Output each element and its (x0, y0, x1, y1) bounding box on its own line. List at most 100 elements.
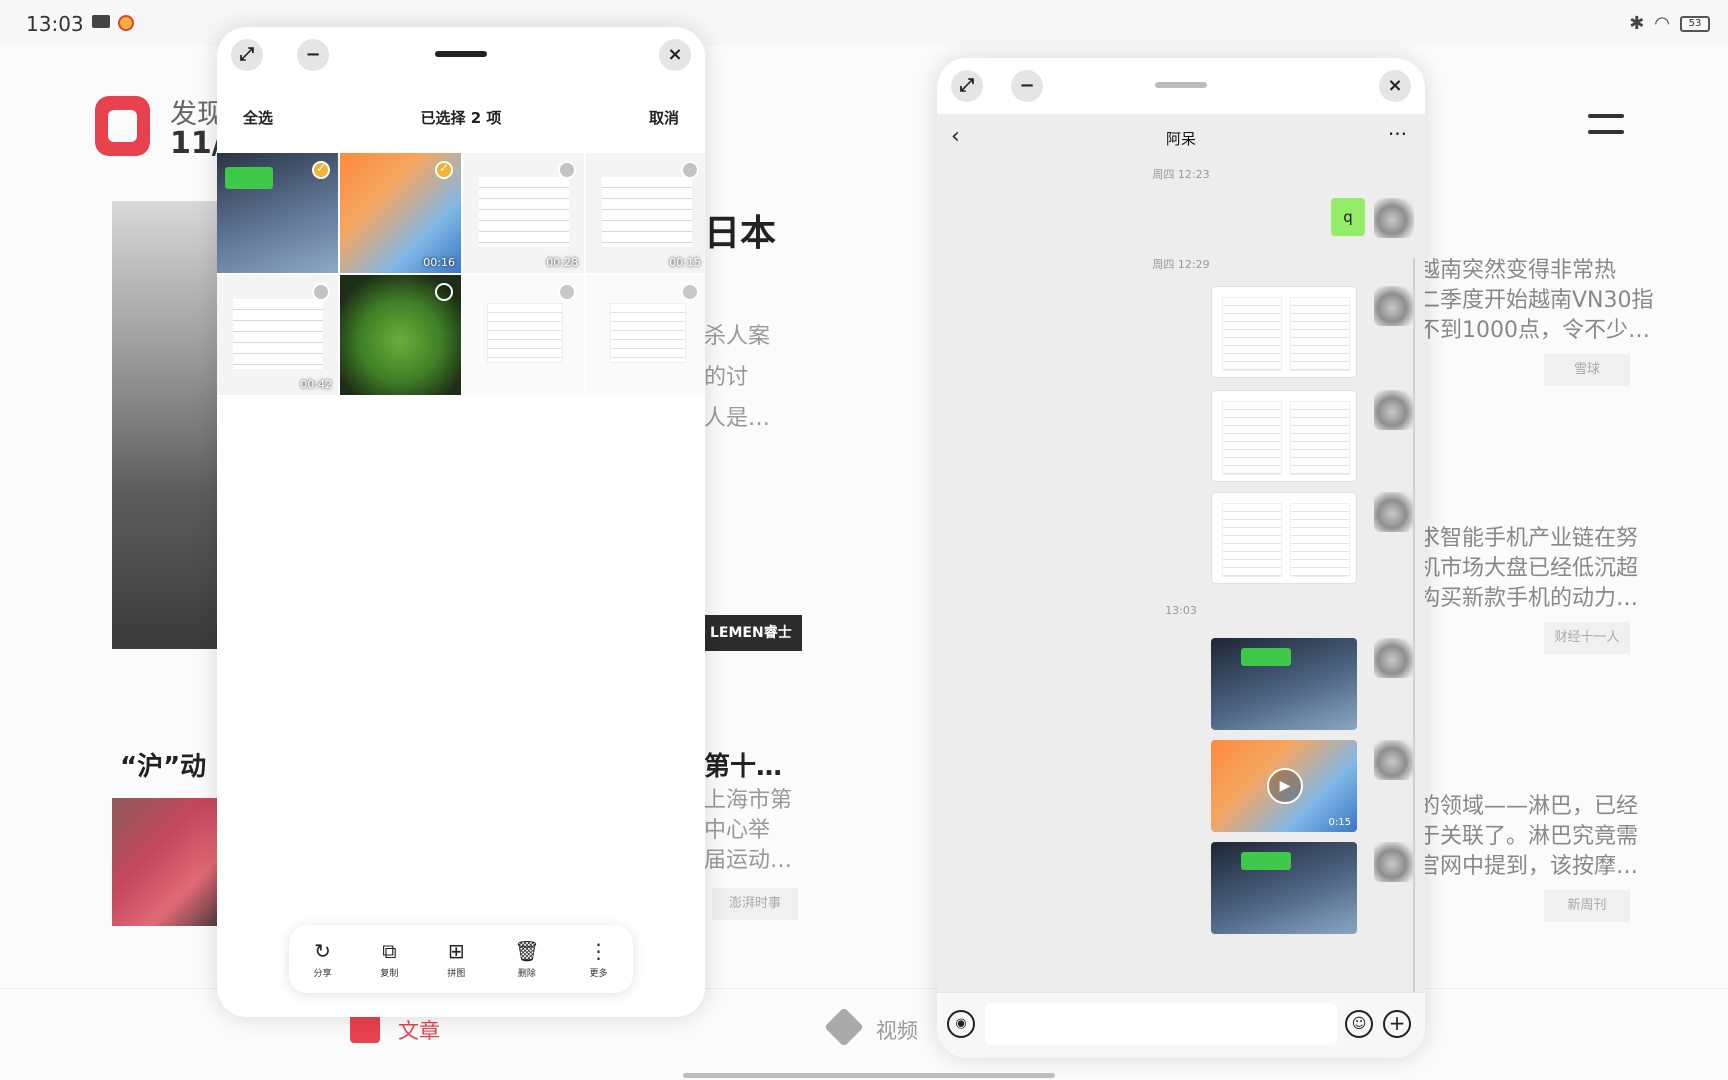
article-image[interactable] (112, 201, 222, 649)
video-duration: 00:16 (423, 256, 455, 269)
share-button[interactable]: ↻ 分享 (313, 940, 331, 979)
avatar[interactable] (1374, 740, 1414, 780)
selected-count: 已选择 2 项 (420, 109, 502, 127)
source-tag: 财经十一人 (1544, 622, 1630, 654)
article-image[interactable] (112, 798, 222, 926)
avatar[interactable] (1374, 286, 1414, 326)
photo-thumbnail[interactable] (463, 275, 584, 395)
plus-icon[interactable]: + (1383, 1010, 1411, 1038)
more-icon: ⋮ (588, 938, 609, 963)
minimize-icon[interactable]: − (297, 39, 329, 71)
photo-thumbnail[interactable] (586, 275, 705, 395)
scrollbar[interactable] (1413, 258, 1415, 998)
image-message[interactable] (1211, 638, 1357, 730)
snippet-line: 不到1000点，令不少… (1418, 318, 1650, 343)
cancel-button[interactable]: 取消 (649, 107, 679, 128)
drag-handle[interactable] (435, 51, 487, 57)
expand-icon[interactable]: ⤢ (231, 39, 263, 71)
video-thumbnail[interactable]: 00:42 (217, 275, 338, 395)
article-snippet: 上海市第 中心举 届运动… (704, 786, 792, 876)
snippet-line: 机市场大盘已经低沉超 (1418, 556, 1639, 581)
checkbox-icon[interactable] (558, 161, 576, 179)
collage-button[interactable]: ⊞ 拼图 (447, 940, 465, 979)
source-tag: 新周刊 (1544, 890, 1630, 922)
tab-article[interactable]: 文章 (398, 1015, 440, 1045)
collage-icon: ⊞ (447, 938, 465, 963)
voice-icon[interactable]: ◉ (947, 1010, 975, 1038)
snippet-line: 的讨 (704, 365, 749, 390)
avatar[interactable] (1374, 638, 1414, 678)
video-record-icon (92, 15, 110, 28)
snippet-line: 届运动… (704, 848, 793, 873)
minimize-icon[interactable]: − (1011, 70, 1043, 102)
message-timestamp: 周四 12:29 (1152, 258, 1210, 271)
screen: 13:03 ✱ ◠ 53 发现 11/1 日本 杀人案 的讨 人是… LEMEN… (0, 0, 1728, 1080)
image-message[interactable] (1211, 842, 1357, 934)
headline-left[interactable]: “沪”动 (120, 746, 206, 783)
photo-thumbnail[interactable] (340, 275, 461, 395)
action-label: 复制 (380, 968, 399, 979)
source-tag: 澎湃时事 (712, 888, 798, 920)
image-message[interactable] (1211, 390, 1357, 482)
action-label: 拼图 (447, 968, 466, 979)
snippet-line: 的领域——淋巴，已经 (1418, 794, 1639, 819)
chat-floating-window: ⤢ − × ‹ 阿呆 ··· 周四 12:23 q 周四 12:29 13:03… (937, 58, 1425, 1058)
message-timestamp: 13:03 (1165, 604, 1197, 617)
chat-header: ‹ 阿呆 ··· (937, 114, 1425, 164)
checkbox-icon[interactable] (435, 283, 453, 301)
copy-button[interactable]: ⧉ 复制 (380, 940, 398, 979)
action-label: 更多 (589, 968, 608, 979)
action-label: 分享 (313, 968, 332, 979)
message-input[interactable] (985, 1003, 1337, 1045)
more-icon[interactable]: ··· (1388, 122, 1407, 146)
more-button[interactable]: ⋮ 更多 (589, 940, 609, 979)
filter-icon[interactable] (1586, 106, 1626, 146)
video-thumbnail[interactable]: 00:28 (463, 153, 584, 273)
avatar[interactable] (1374, 198, 1414, 238)
delete-button[interactable]: 🗑 删除 (514, 940, 539, 979)
video-duration: 00:15 (669, 256, 701, 269)
chat-input-bar: ◉ ☺ + (937, 992, 1425, 1058)
message-timestamp: 周四 12:23 (1152, 168, 1210, 181)
snippet-line: 于关联了。淋巴究竟需 (1418, 824, 1639, 849)
video-tab-icon[interactable] (824, 1007, 864, 1047)
avatar[interactable] (1374, 492, 1414, 532)
home-indicator[interactable] (683, 1073, 1055, 1078)
emoji-icon[interactable]: ☺ (1345, 1010, 1373, 1038)
checkbox-icon[interactable] (681, 283, 699, 301)
video-thumbnail[interactable]: 00:16 (340, 153, 461, 273)
image-message[interactable] (1211, 492, 1357, 584)
copy-icon: ⧉ (382, 938, 397, 963)
article-snippet: 求智能手机产业链在努 机市场大盘已经低沉超 构买新款手机的动力… (1418, 524, 1638, 614)
checkbox-icon[interactable] (558, 283, 576, 301)
drag-handle[interactable] (1155, 82, 1207, 88)
snippet-line: 中心举 (704, 818, 771, 843)
close-icon[interactable]: × (1379, 70, 1411, 102)
image-message[interactable] (1211, 286, 1357, 378)
article-title-fragment[interactable]: 日本 (704, 204, 776, 256)
video-message[interactable]: ▶ 0:15 (1211, 740, 1357, 832)
source-tag: 雪球 (1544, 354, 1630, 386)
photo-thumbnail[interactable] (217, 153, 338, 273)
article-title-fragment[interactable]: 第十… (704, 746, 782, 783)
article-tab-icon[interactable] (350, 1013, 380, 1043)
window-controls: ⤢ − × (937, 58, 1425, 114)
tab-video[interactable]: 视频 (876, 1015, 918, 1045)
video-duration: 00:42 (300, 378, 332, 391)
battery-icon: 53 (1680, 15, 1710, 32)
avatar[interactable] (1374, 390, 1414, 430)
expand-icon[interactable]: ⤢ (951, 70, 983, 102)
checkbox-checked-icon[interactable] (312, 161, 330, 179)
play-icon[interactable]: ▶ (1267, 768, 1303, 804)
checkbox-icon[interactable] (312, 283, 330, 301)
article-snippet: 的领域——淋巴，已经 于关联了。淋巴究竟需 官网中提到，该按摩… (1418, 792, 1638, 882)
close-icon[interactable]: × (659, 39, 691, 71)
avatar[interactable] (1374, 842, 1414, 882)
video-thumbnail[interactable]: 00:15 (586, 153, 705, 273)
checkbox-checked-icon[interactable] (435, 161, 453, 179)
weibo-icon (118, 15, 134, 31)
text-message[interactable]: q (1331, 198, 1365, 236)
snippet-line: 人是… (704, 406, 771, 431)
checkbox-icon[interactable] (681, 161, 699, 179)
app-logo (95, 96, 150, 156)
